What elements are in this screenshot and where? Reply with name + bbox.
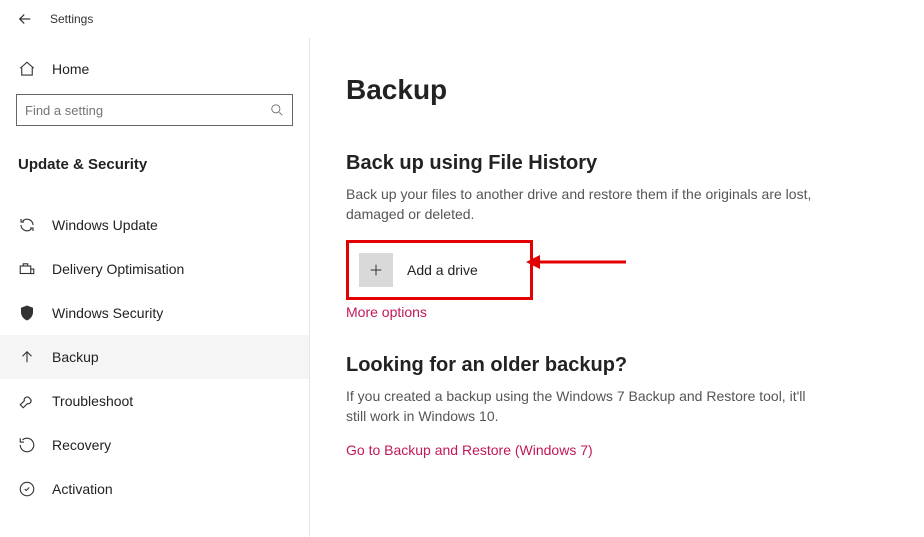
sidebar-item-troubleshoot[interactable]: Troubleshoot bbox=[16, 379, 293, 423]
annotation-arrow-icon bbox=[526, 250, 626, 274]
add-drive-button[interactable]: Add a drive bbox=[346, 240, 533, 300]
section-description: Back up your files to another drive and … bbox=[346, 185, 816, 224]
main-layout: Home Update & Security Windows Update De… bbox=[0, 38, 924, 537]
sidebar: Home Update & Security Windows Update De… bbox=[0, 38, 310, 537]
home-label: Home bbox=[52, 61, 89, 77]
sidebar-item-label: Delivery Optimisation bbox=[52, 261, 184, 277]
wrench-icon bbox=[18, 392, 36, 410]
sidebar-section-header: Update & Security bbox=[16, 150, 293, 203]
more-options-link[interactable]: More options bbox=[346, 304, 427, 320]
titlebar: Settings bbox=[0, 0, 924, 38]
sidebar-item-label: Activation bbox=[52, 481, 113, 497]
sidebar-item-recovery[interactable]: Recovery bbox=[16, 423, 293, 467]
search-input-wrap[interactable] bbox=[16, 94, 293, 126]
section-heading-older-backup: Looking for an older backup? bbox=[346, 354, 888, 377]
backup-arrow-icon bbox=[18, 348, 36, 366]
activation-icon bbox=[18, 480, 36, 498]
shield-icon bbox=[18, 304, 36, 322]
add-drive-label: Add a drive bbox=[407, 262, 478, 278]
sidebar-item-windows-update[interactable]: Windows Update bbox=[16, 203, 293, 247]
home-icon bbox=[18, 60, 36, 78]
sidebar-item-delivery-optimisation[interactable]: Delivery Optimisation bbox=[16, 247, 293, 291]
plus-icon bbox=[359, 253, 393, 287]
recovery-icon bbox=[18, 436, 36, 454]
sidebar-item-label: Windows Update bbox=[52, 217, 158, 233]
sidebar-item-activation[interactable]: Activation bbox=[16, 467, 293, 511]
page-title: Backup bbox=[346, 74, 888, 106]
sync-icon bbox=[18, 216, 36, 234]
sidebar-item-label: Windows Security bbox=[52, 305, 163, 321]
window-title: Settings bbox=[50, 12, 93, 26]
backup-restore-link[interactable]: Go to Backup and Restore (Windows 7) bbox=[346, 442, 593, 458]
sidebar-item-windows-security[interactable]: Windows Security bbox=[16, 291, 293, 335]
sidebar-item-backup[interactable]: Backup bbox=[0, 335, 309, 379]
delivery-icon bbox=[18, 260, 36, 278]
back-arrow-icon[interactable] bbox=[16, 10, 34, 28]
section-heading-file-history: Back up using File History bbox=[346, 152, 888, 175]
sidebar-item-label: Troubleshoot bbox=[52, 393, 133, 409]
sidebar-item-label: Recovery bbox=[52, 437, 111, 453]
sidebar-home[interactable]: Home bbox=[16, 52, 293, 94]
search-input[interactable] bbox=[25, 103, 270, 118]
section-description: If you created a backup using the Window… bbox=[346, 387, 816, 426]
search-icon bbox=[270, 103, 284, 117]
content-area: Backup Back up using File History Back u… bbox=[310, 38, 924, 537]
sidebar-item-label: Backup bbox=[52, 349, 99, 365]
